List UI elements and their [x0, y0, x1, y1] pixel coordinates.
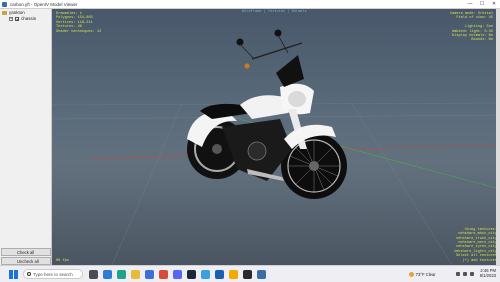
window-title: carbon.yft - OpenIV Model Viewer: [10, 1, 78, 7]
pinned-apps: [89, 269, 266, 279]
weather-widget[interactable]: 73°F Clear: [408, 271, 436, 277]
widgets-icon[interactable]: [103, 269, 112, 279]
discord-icon[interactable]: [173, 269, 182, 279]
weather-text: 73°F Clear: [415, 271, 436, 277]
steam-icon[interactable]: [187, 269, 196, 279]
start-button[interactable]: [9, 269, 18, 279]
taskbar-clock[interactable]: 2:46 PM 6/1/2023: [479, 268, 496, 279]
rockstar-icon[interactable]: [229, 269, 238, 279]
maximize-button[interactable]: ☐: [476, 0, 488, 8]
chevron-up-icon[interactable]: [455, 272, 460, 276]
window-controls: — ☐ ✕: [464, 0, 500, 8]
check-all-button[interactable]: Check all: [1, 248, 51, 256]
mail-icon[interactable]: [215, 269, 224, 279]
volume-icon[interactable]: [469, 272, 474, 276]
render-mode-toolbar[interactable]: Wireframe | Textures | Normals: [242, 10, 307, 14]
file-explorer-icon[interactable]: [131, 269, 140, 279]
expand-toggle[interactable]: +: [9, 16, 13, 21]
terminal-icon[interactable]: [243, 269, 252, 279]
sun-icon: [408, 271, 414, 277]
turn-signal: [244, 63, 250, 69]
uncheck-all-button[interactable]: Uncheck all: [1, 257, 51, 265]
viewport-scrollbar[interactable]: [496, 9, 500, 265]
visibility-checkbox[interactable]: ✔: [15, 16, 19, 21]
system-tray: 73°F Clear 2:46 PM 6/1/2023: [408, 268, 500, 279]
search-placeholder: Type here to search: [33, 271, 73, 277]
texture-list[interactable]: Using textures: vehshare_mhcz_city vehsh…: [454, 228, 497, 263]
windows-taskbar: Type here to search 73°F Clear 2:46 PM 6…: [0, 265, 500, 282]
folder-icon: [2, 10, 7, 15]
scene-svg: [52, 29, 500, 265]
tree-child-label: chassis: [21, 16, 37, 21]
close-button[interactable]: ✕: [488, 0, 500, 8]
clock-date: 6/1/2023: [479, 273, 496, 278]
tree-root-label: yankton: [9, 10, 25, 15]
tree-child-item[interactable]: + ✔ chassis: [9, 16, 36, 21]
tree-root-item[interactable]: yankton: [2, 10, 25, 15]
model-tree-panel: yankton + ✔ chassis Check all Uncheck al…: [0, 9, 52, 271]
title-bar: carbon.yft - OpenIV Model Viewer — ☐ ✕: [0, 0, 500, 9]
app-icon: [2, 1, 7, 7]
motorcycle-model: [187, 29, 347, 199]
task-view-icon[interactable]: [89, 269, 98, 279]
search-icon: [27, 272, 31, 276]
store-icon[interactable]: [145, 269, 154, 279]
photos-icon[interactable]: [201, 269, 210, 279]
viewer-settings: Camera mode: Orbital Field of view: 45 L…: [449, 12, 493, 43]
model-viewport[interactable]: Wireframe | Textures | Normals Drawables…: [52, 9, 500, 265]
edge-icon[interactable]: [117, 269, 126, 279]
taskbar-search[interactable]: Type here to search: [23, 269, 83, 279]
model-stats: Drawables: 1 Polygons: 154,803 Vertices:…: [56, 12, 102, 34]
fuel-tank: [240, 95, 288, 119]
tray-icons: [455, 272, 474, 276]
chrome-icon[interactable]: [159, 269, 168, 279]
wifi-icon[interactable]: [462, 272, 467, 276]
minimize-button[interactable]: —: [464, 0, 476, 8]
openiv-icon[interactable]: [257, 269, 266, 279]
fps-counter: 60 fps: [56, 258, 69, 263]
windscreen: [276, 55, 304, 87]
